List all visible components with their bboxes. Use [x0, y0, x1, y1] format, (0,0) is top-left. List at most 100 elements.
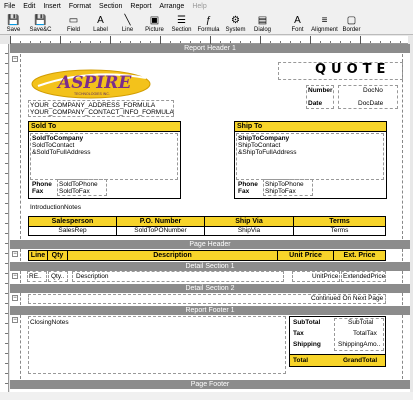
number-date-value-frame [338, 85, 398, 109]
toolbar-savec-button[interactable]: 💾 Save&C [27, 12, 54, 35]
font-icon: A [294, 14, 301, 26]
toolbar-save-button[interactable]: 💾 Save [0, 12, 27, 35]
terms-header[interactable]: Terms [293, 216, 386, 227]
band-report-header[interactable]: Report Header 1 [10, 44, 410, 53]
ship-via-field[interactable]: ShipVia [204, 227, 294, 236]
menu-insert[interactable]: Insert [39, 3, 65, 10]
sold-to-phone-fax-frame [57, 179, 107, 196]
ext-price-header[interactable]: Ext. Price [333, 250, 386, 261]
detail-qty-frame [48, 271, 68, 282]
order-info-table: Salesperson P.O. Number Ship Via Terms S… [28, 216, 386, 236]
collapse-detail-2-icon[interactable]: − [12, 295, 18, 301]
ship-to-address-frame [236, 133, 384, 180]
detail-line-frame [27, 271, 47, 282]
toolbar: 💾 Save 💾 Save&C ▭ Field A Label ╲ Line ▣ Picture ☰ Se… [0, 12, 413, 35]
toolbar-alignment-button[interactable]: ≡ Alignment [311, 12, 338, 35]
shipping-label[interactable]: Shipping [293, 341, 321, 348]
grand-total-field[interactable]: GrandTotal [343, 357, 377, 364]
toolbar-formula-button[interactable]: ƒ Formula [195, 12, 222, 35]
menu-edit[interactable]: Edit [19, 3, 39, 10]
toolbar-label: Dialog [253, 27, 271, 33]
sold-to-fax-label[interactable]: Fax [32, 188, 43, 195]
continued-on-next-page-label[interactable]: Continued On Next Page [311, 295, 383, 302]
totals-box[interactable]: SubTotal SubTotal Tax TotalTax Shipping … [289, 316, 386, 367]
menu-format[interactable]: Format [65, 3, 95, 10]
introduction-notes-field[interactable]: IntroductionNotes [30, 204, 81, 211]
company-logo[interactable]: ASPIRE TECHNOLOGIES INC. [30, 64, 152, 102]
toolbar-label: Alignment [311, 27, 338, 33]
toolbar-system-button[interactable]: ⚙ System [222, 12, 249, 35]
ship-to-phone-fax-frame [263, 179, 313, 196]
toolbar-border-button[interactable]: ▢ Border [338, 12, 365, 35]
ruler-major-tick [310, 36, 311, 44]
toolbar-font-button[interactable]: A Font [284, 12, 311, 35]
ruler-major-tick [210, 36, 211, 44]
toolbar-label: Section [171, 27, 192, 33]
band-detail-1-label: Detail Section 1 [185, 263, 235, 270]
menu-report[interactable]: Report [126, 3, 155, 10]
band-page-footer[interactable]: Page Footer [10, 380, 410, 389]
tax-label[interactable]: Tax [293, 330, 304, 337]
subtotal-label[interactable]: SubTotal [293, 319, 320, 326]
toolbar-label: Save&C [29, 27, 52, 33]
sold-to-phone-label[interactable]: Phone [32, 181, 52, 188]
menu-arrange[interactable]: Arrange [155, 3, 188, 10]
salesperson-header[interactable]: Salesperson [28, 216, 117, 227]
menu-file[interactable]: File [0, 3, 19, 10]
detail-unit-price-frame [292, 271, 340, 282]
toolbar-section-button[interactable]: ☰ Section [168, 12, 195, 35]
collapse-page-header-icon[interactable]: − [12, 251, 18, 257]
ship-to-phone-label[interactable]: Phone [238, 181, 258, 188]
toolbar-label-button[interactable]: A Label [87, 12, 114, 35]
collapse-report-footer-icon[interactable]: − [12, 317, 18, 323]
toolbar-dialog-button[interactable]: ▤ Dialog [249, 12, 276, 35]
menu-section[interactable]: Section [95, 3, 126, 10]
band-page-header[interactable]: Page Header [10, 240, 410, 249]
ship-to-fax-label[interactable]: Fax [238, 188, 249, 195]
ruler-major-tick [10, 36, 11, 44]
toolbar-line-button[interactable]: ╲ Line [114, 12, 141, 35]
picture-icon: ▣ [149, 14, 160, 26]
field-icon: ▭ [68, 14, 79, 26]
formula-icon: ƒ [205, 14, 212, 26]
alignment-icon: ≡ [321, 14, 328, 26]
menu-help[interactable]: Help [188, 3, 210, 10]
ship-via-header[interactable]: Ship Via [204, 216, 294, 227]
horizontal-ruler [10, 36, 408, 44]
band-page-footer-label: Page Footer [190, 381, 230, 388]
band-report-footer[interactable]: Report Footer 1 [10, 306, 410, 315]
save-icon: 💾 [7, 14, 20, 26]
toolbar-field-button[interactable]: ▭ Field [60, 12, 87, 35]
horizontal-scrollbar[interactable] [0, 392, 413, 400]
line-header[interactable]: Line [28, 250, 48, 261]
toolbar-picture-button[interactable]: ▣ Picture [141, 12, 168, 35]
unit-price-header[interactable]: Unit Price [277, 250, 334, 261]
toolbar-label: Line [121, 27, 134, 33]
toolbar-label: System [225, 27, 246, 33]
salesperson-field[interactable]: SalesRep [28, 227, 117, 236]
collapse-detail-1-icon[interactable]: − [12, 273, 18, 279]
grand-total-row: Total GrandTotal [290, 354, 385, 366]
sold-to-address-frame [30, 133, 178, 180]
ruler-major-tick [60, 36, 61, 44]
band-detail-1[interactable]: Detail Section 1 [10, 262, 410, 271]
menu-bar: File Edit Insert Format Section Report Arrange… [0, 0, 413, 12]
detail-ext-price-frame [341, 271, 386, 282]
band-page-header-label: Page Header [189, 241, 231, 248]
po-number-field[interactable]: SoldToPONumber [116, 227, 205, 236]
line-items-header-table: Line Qty Description Unit Price Ext. Pri… [28, 250, 386, 261]
ship-to-box[interactable]: Ship To ShipToCompany ShipToContact &Shi… [234, 121, 387, 199]
terms-field[interactable]: Terms [293, 227, 386, 236]
sold-to-box[interactable]: Sold To SoldToCompany SoldToContact &Sol… [28, 121, 181, 199]
description-header[interactable]: Description [67, 250, 278, 261]
collapse-report-header-icon[interactable]: − [12, 56, 18, 62]
section-icon: ☰ [177, 14, 186, 26]
qty-header[interactable]: Qty [47, 250, 68, 261]
band-detail-2[interactable]: Detail Section 2 [10, 284, 410, 293]
po-number-header[interactable]: P.O. Number [116, 216, 205, 227]
title-field-frame [278, 62, 403, 80]
total-label[interactable]: Total [293, 357, 308, 364]
closing-notes-field[interactable]: ClosingNotes [30, 319, 69, 326]
toolbar-label: Formula [197, 27, 220, 33]
band-detail-2-label: Detail Section 2 [185, 285, 235, 292]
